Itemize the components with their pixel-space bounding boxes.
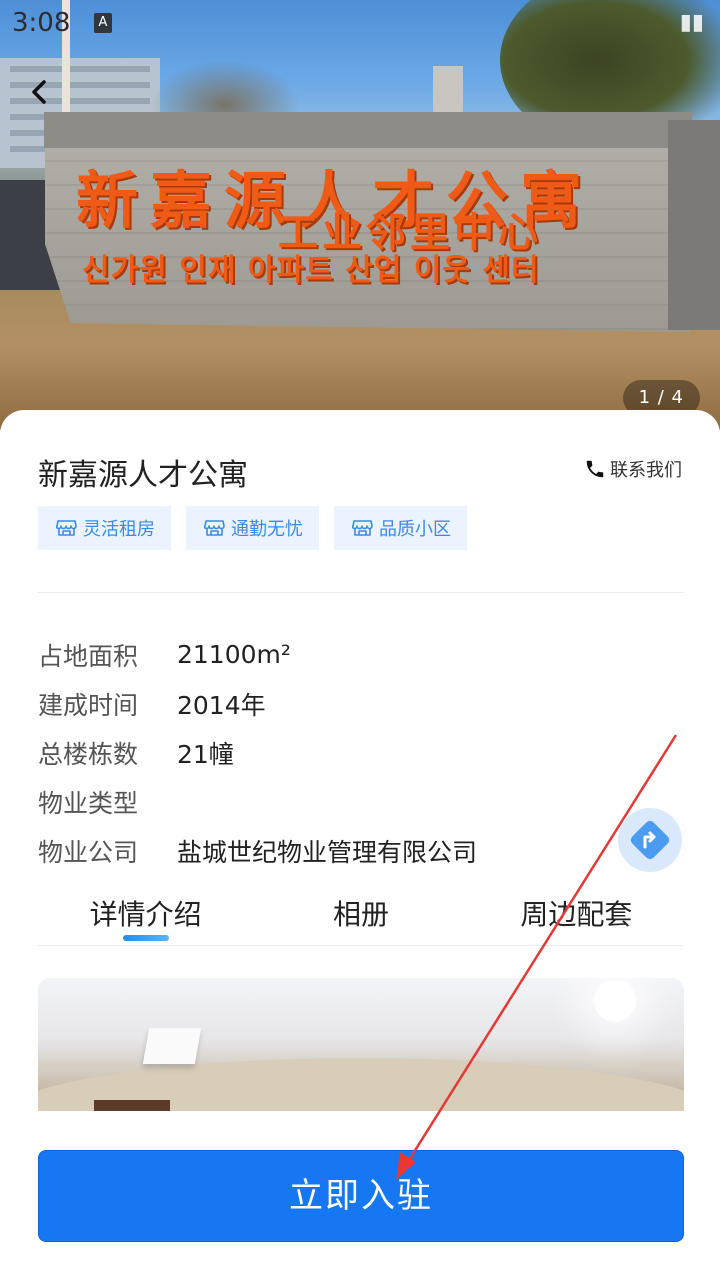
tag-quality-community: 品质小区 [334, 506, 467, 550]
chevron-left-icon [32, 80, 46, 104]
info-value: 2014年 [177, 690, 266, 720]
tag-flexible-rent: 灵活租房 [38, 506, 171, 550]
tag-label: 灵活租房 [83, 519, 155, 540]
info-label: 建成时间 [38, 690, 139, 720]
store-icon [56, 520, 77, 536]
property-detail-card: 新嘉源人才公寓 联系我们 灵活租房 通勤无忧 品质小区 占地面积 21100m²… [0, 410, 720, 1280]
contact-us-button[interactable]: 联系我们 [584, 456, 682, 482]
info-value: 21100m² [177, 640, 291, 669]
tab-album[interactable]: 相册 [253, 892, 468, 945]
feature-tags: 灵活租房 通勤无忧 品质小区 [38, 506, 467, 550]
navigation-button[interactable] [618, 808, 682, 872]
contact-us-label: 联系我们 [610, 460, 682, 481]
info-row-building-count: 总楼栋数 21幢 [38, 728, 477, 777]
room-interior-photo[interactable] [38, 978, 684, 1111]
sign-wall-side [668, 120, 720, 330]
info-row-land-area: 占地面积 21100m² [38, 630, 477, 679]
tag-label: 通勤无忧 [231, 519, 303, 540]
back-button[interactable] [22, 72, 58, 112]
background-tower [433, 66, 463, 116]
tab-label: 周边配套 [520, 898, 633, 931]
tab-label: 相册 [332, 898, 389, 931]
tag-label: 品质小区 [379, 519, 451, 540]
divider [38, 592, 684, 593]
info-row-build-year: 建成时间 2014年 [38, 679, 477, 728]
navigation-icon [630, 820, 670, 860]
move-in-button[interactable]: 立即入驻 [38, 1150, 684, 1242]
property-title: 新嘉源人才公寓 [38, 458, 248, 493]
hero-photo-gallery[interactable]: 新嘉源人才公寓 工业邻里中心 신가원 인재 아파트 산업 이웃 센터 3:08 … [0, 0, 720, 430]
active-tab-indicator [122, 935, 169, 941]
sign-text-line3: 신가원 인재 아파트 산업 이웃 센터 [82, 253, 540, 288]
info-label: 总楼栋数 [38, 739, 139, 769]
tab-nearby[interactable]: 周边配套 [469, 892, 684, 945]
tab-details[interactable]: 详情介绍 [38, 892, 253, 945]
status-time: 3:08 [12, 8, 71, 38]
ceiling-light [594, 980, 636, 1022]
signal-icon: ▮▮ [679, 10, 704, 35]
property-info-list: 占地面积 21100m² 建成时间 2014年 总楼栋数 21幢 物业类型 物业… [38, 630, 477, 875]
store-icon [204, 520, 225, 536]
detail-tabs: 详情介绍 相册 周边配套 [38, 892, 684, 946]
info-row-property-type: 物业类型 [38, 777, 477, 826]
tab-label: 详情介绍 [89, 898, 202, 931]
wall-frame [94, 1100, 170, 1111]
notification-icon: A [94, 13, 112, 33]
info-row-property-company: 物业公司 盐城世纪物业管理有限公司 [38, 826, 477, 875]
phone-icon [586, 460, 604, 478]
store-icon [352, 520, 373, 536]
ceiling-lamp [142, 1028, 202, 1064]
info-label: 占地面积 [38, 641, 139, 671]
info-value: 21幢 [177, 739, 234, 769]
sign-wall-cap [44, 112, 692, 148]
tag-easy-commute: 通勤无忧 [186, 506, 319, 550]
info-value: 盐城世纪物业管理有限公司 [177, 837, 478, 867]
info-label: 物业类型 [38, 788, 139, 818]
info-label: 物业公司 [38, 837, 139, 867]
